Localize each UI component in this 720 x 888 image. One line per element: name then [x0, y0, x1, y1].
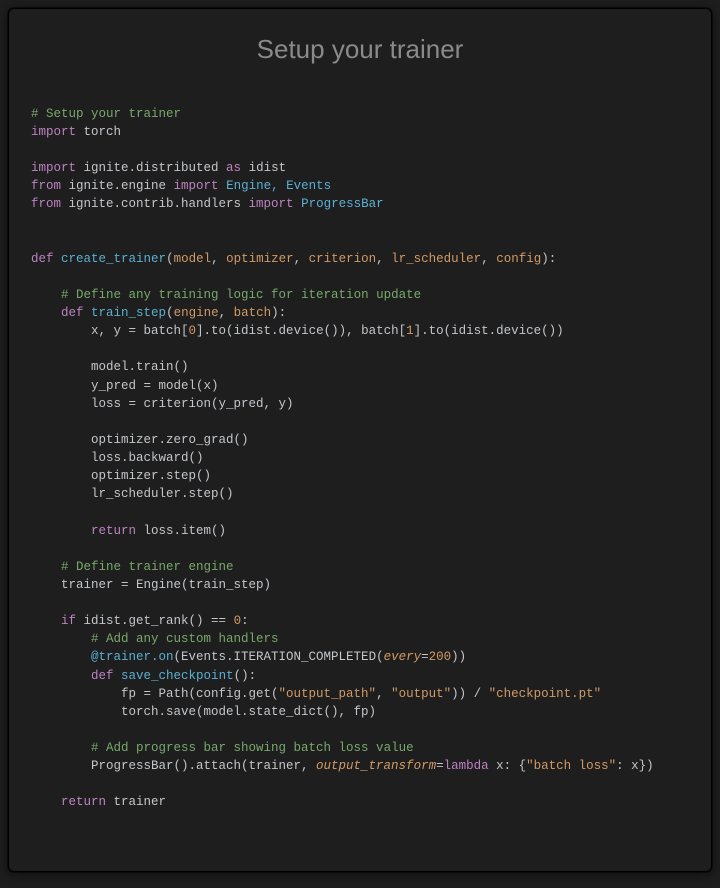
alias: idist [241, 161, 286, 175]
kw-if: if [61, 614, 76, 628]
param: model [174, 252, 212, 266]
kw-lambda: lambda [444, 759, 489, 773]
kw-import: import [31, 161, 76, 175]
param: engine [174, 306, 219, 320]
line: )) [451, 650, 466, 664]
code-panel: Setup your trainer # Setup your trainer … [8, 8, 712, 872]
p: (): [234, 669, 257, 683]
sp [84, 306, 92, 320]
indent [31, 741, 91, 755]
indent [31, 524, 91, 538]
num: 1 [406, 324, 414, 338]
line: optimizer.step() [31, 469, 211, 483]
mod: ignite.contrib.handlers [61, 197, 249, 211]
kw-from: from [31, 197, 61, 211]
kw-import: import [174, 179, 219, 193]
comment: # Add progress bar showing batch loss va… [91, 741, 414, 755]
num: 0 [189, 324, 197, 338]
p: , [219, 306, 234, 320]
line: trainer = Engine(train_step) [31, 578, 271, 592]
line: x: { [489, 759, 527, 773]
line: ].to(idist.device()), batch[ [196, 324, 406, 338]
param: lr_scheduler [391, 252, 481, 266]
p: , [211, 252, 226, 266]
line: , [376, 687, 391, 701]
fn-name: save_checkpoint [121, 669, 234, 683]
line: (Events.ITERATION_COMPLETED( [174, 650, 384, 664]
indent [31, 306, 61, 320]
indent [31, 632, 91, 646]
line: fp = Path(config.get( [31, 687, 279, 701]
indent [31, 288, 61, 302]
line: ProgressBar().attach(trainer, [31, 759, 316, 773]
p: ( [166, 252, 174, 266]
kw-def: def [61, 306, 84, 320]
line: model.train() [31, 360, 189, 374]
comment: # Add any custom handlers [91, 632, 279, 646]
indent [31, 795, 61, 809]
param: optimizer [226, 252, 294, 266]
line: lr_scheduler.step() [31, 487, 234, 501]
kw-import: import [31, 125, 76, 139]
line: )) / [451, 687, 489, 701]
kw-from: from [31, 179, 61, 193]
comment: # Define any training logic for iteratio… [61, 288, 421, 302]
names: ProgressBar [294, 197, 384, 211]
mod: ignite.distributed [76, 161, 226, 175]
line: : x}) [616, 759, 654, 773]
kwarg: every [384, 650, 422, 664]
sp [114, 669, 122, 683]
indent [31, 650, 91, 664]
comment: # Define trainer engine [61, 560, 234, 574]
line: torch.save(model.state_dict(), fp) [31, 705, 376, 719]
p: , [481, 252, 496, 266]
code-line: # Setup your trainer [31, 107, 181, 121]
indent [31, 669, 91, 683]
kw-def: def [31, 252, 54, 266]
kw-as: as [226, 161, 241, 175]
line: x, y = batch[ [31, 324, 189, 338]
kwarg: output_transform [316, 759, 436, 773]
line: loss.backward() [31, 451, 204, 465]
kw-return: return [61, 795, 106, 809]
mod: torch [76, 125, 121, 139]
line: = [436, 759, 444, 773]
line: = [421, 650, 429, 664]
str: "batch loss" [526, 759, 616, 773]
line: optimizer.zero_grad() [31, 433, 249, 447]
indent [31, 614, 61, 628]
param: config [496, 252, 541, 266]
fn-name: train_step [91, 306, 166, 320]
p: ): [271, 306, 286, 320]
line: loss = criterion(y_pred, y) [31, 397, 294, 411]
num: 200 [429, 650, 452, 664]
sp [54, 252, 62, 266]
kw-def: def [91, 669, 114, 683]
line: ].to(idist.device()) [414, 324, 564, 338]
line: idist.get_rank() == [76, 614, 234, 628]
line: trainer [106, 795, 166, 809]
p: ): [541, 252, 556, 266]
param: criterion [309, 252, 377, 266]
line: : [241, 614, 249, 628]
decorator: @trainer.on [91, 650, 174, 664]
p: , [294, 252, 309, 266]
code-block: # Setup your trainer import torch import… [9, 105, 711, 812]
param: batch [234, 306, 272, 320]
str: "output_path" [279, 687, 377, 701]
indent [31, 560, 61, 574]
fn-name: create_trainer [61, 252, 166, 266]
str: "output" [391, 687, 451, 701]
num: 0 [234, 614, 242, 628]
page-title: Setup your trainer [9, 9, 711, 105]
line: loss.item() [136, 524, 226, 538]
line: y_pred = model(x) [31, 379, 219, 393]
p: , [376, 252, 391, 266]
kw-return: return [91, 524, 136, 538]
kw-import: import [249, 197, 294, 211]
mod: ignite.engine [61, 179, 174, 193]
names: Engine, Events [219, 179, 332, 193]
p: ( [166, 306, 174, 320]
str: "checkpoint.pt" [489, 687, 602, 701]
